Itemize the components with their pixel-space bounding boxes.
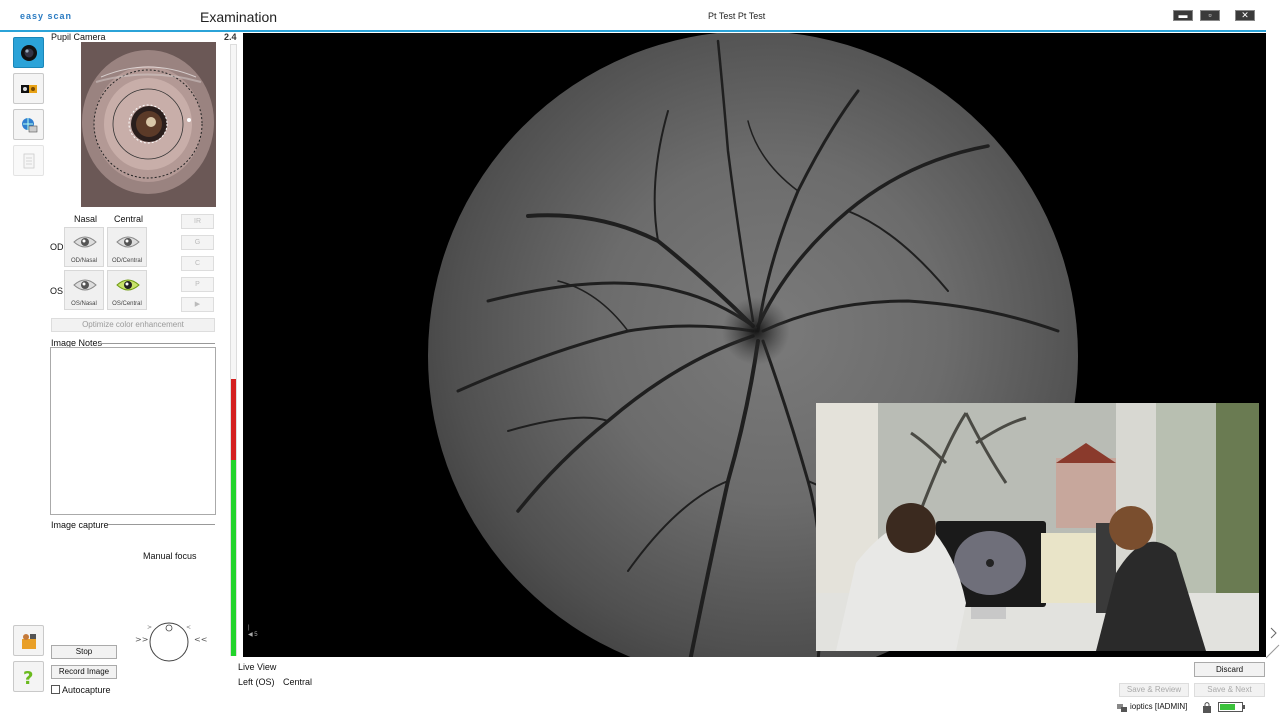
- view-mode-label: Live View: [238, 662, 277, 672]
- version-label: 2.4: [224, 32, 237, 42]
- user-status: ioptics [IADMIN]: [1130, 702, 1188, 711]
- minimize-button[interactable]: ▬: [1173, 10, 1193, 21]
- column-nasal-label: Nasal: [74, 214, 98, 224]
- save-review-button[interactable]: Save & Review: [1119, 683, 1189, 697]
- meter-red-zone: [231, 379, 236, 460]
- os-nasal-button[interactable]: OS/Nasal: [64, 270, 104, 310]
- pupil-camera-view: [81, 42, 216, 207]
- patient-name: Pt Test Pt Test: [708, 11, 766, 21]
- os-central-button[interactable]: OS/Central: [107, 270, 147, 310]
- od-nasal-caption: OD/Nasal: [70, 258, 97, 264]
- focus-mode-label: Manual focus: [143, 551, 197, 561]
- channel-c-button[interactable]: C: [181, 256, 214, 271]
- field-label: Central: [283, 677, 313, 687]
- eye-icon: [73, 236, 97, 248]
- svg-text:>: >: [147, 624, 152, 631]
- maximize-button[interactable]: ▫: [1200, 10, 1220, 21]
- eye-selected-icon: [116, 279, 140, 291]
- focus-dial[interactable]: >> << > <: [133, 620, 208, 665]
- svg-text:?: ?: [23, 668, 33, 686]
- capture-tool-button[interactable]: [13, 625, 44, 656]
- tool-compare-button[interactable]: [13, 73, 44, 104]
- os-central-caption: OS/Central: [112, 301, 142, 307]
- image-capture-label: Image capture: [51, 520, 109, 530]
- od-central-button[interactable]: OD/Central: [107, 227, 147, 267]
- tool-camera-button[interactable]: [13, 37, 44, 68]
- fundus-live-viewer[interactable]: [243, 33, 1266, 657]
- record-image-button[interactable]: Record Image: [51, 665, 117, 679]
- help-icon: ?: [23, 668, 33, 686]
- image-compare-icon: [21, 85, 37, 93]
- close-icon: ✕: [1241, 10, 1249, 20]
- clipboard-icon: [23, 153, 35, 169]
- eye-icon: [116, 236, 140, 248]
- row-od-label: OD: [50, 242, 64, 252]
- tool-network-button[interactable]: [13, 109, 44, 140]
- network-status-icon: [1117, 704, 1127, 712]
- svg-text:>>: >>: [135, 635, 148, 644]
- pupil-camera-label: Pupil Camera: [51, 32, 106, 42]
- tool-report-button[interactable]: [13, 145, 44, 176]
- signal-level-meter: [230, 44, 237, 656]
- app-logo: easy scan: [20, 11, 73, 21]
- svg-text:<: <: [186, 624, 191, 631]
- channel-p-button[interactable]: P: [181, 277, 214, 292]
- os-nasal-caption: OS/Nasal: [71, 301, 97, 307]
- network-icon: [22, 118, 38, 133]
- exam-room-image: [816, 403, 1259, 651]
- autocapture-label: Autocapture: [62, 685, 111, 695]
- image-notes-textarea[interactable]: [50, 347, 216, 515]
- divider: [108, 524, 215, 525]
- column-central-label: Central: [114, 214, 144, 224]
- channel-play-button[interactable]: ▶: [181, 297, 214, 312]
- video-overlay: [816, 403, 1259, 651]
- maximize-icon: ▫: [1208, 10, 1212, 20]
- stop-button[interactable]: Stop: [51, 645, 117, 659]
- channel-g-button[interactable]: G: [181, 235, 214, 250]
- battery-icon: [1218, 702, 1245, 712]
- channel-ir-button[interactable]: IR: [181, 214, 214, 229]
- row-os-label: OS: [50, 286, 64, 296]
- autocapture-checkbox[interactable]: [51, 685, 60, 694]
- divider: [98, 343, 215, 344]
- camera-lens-icon: [21, 45, 37, 61]
- screen-title: Examination: [200, 9, 278, 25]
- operator-camera-icon: [22, 634, 36, 649]
- meter-green-zone: [231, 460, 236, 656]
- scale-mark: | ◀ 5: [248, 625, 258, 638]
- save-next-button[interactable]: Save & Next: [1194, 683, 1265, 697]
- svg-text:<<: <<: [194, 635, 207, 644]
- help-button[interactable]: ?: [13, 661, 44, 692]
- od-central-caption: OD/Central: [111, 258, 142, 264]
- minimize-icon: ▬: [1178, 10, 1188, 20]
- resize-grip-icon[interactable]: [1266, 620, 1280, 660]
- app-window: easy scan Examination Pt Test Pt Test ▬ …: [0, 0, 1280, 720]
- optimize-color-button[interactable]: Optimize color enhancement: [51, 318, 215, 332]
- pupil-image: [81, 42, 216, 207]
- title-bar: easy scan Examination Pt Test Pt Test ▬ …: [0, 0, 1280, 32]
- close-button[interactable]: ✕: [1235, 10, 1255, 21]
- lock-icon: [1203, 702, 1211, 713]
- discard-button[interactable]: Discard: [1194, 662, 1265, 677]
- title-accent-line: [0, 30, 1266, 32]
- eye-icon: [73, 279, 97, 291]
- od-nasal-button[interactable]: OD/Nasal: [64, 227, 104, 267]
- eye-side-label: Left (OS): [238, 677, 275, 687]
